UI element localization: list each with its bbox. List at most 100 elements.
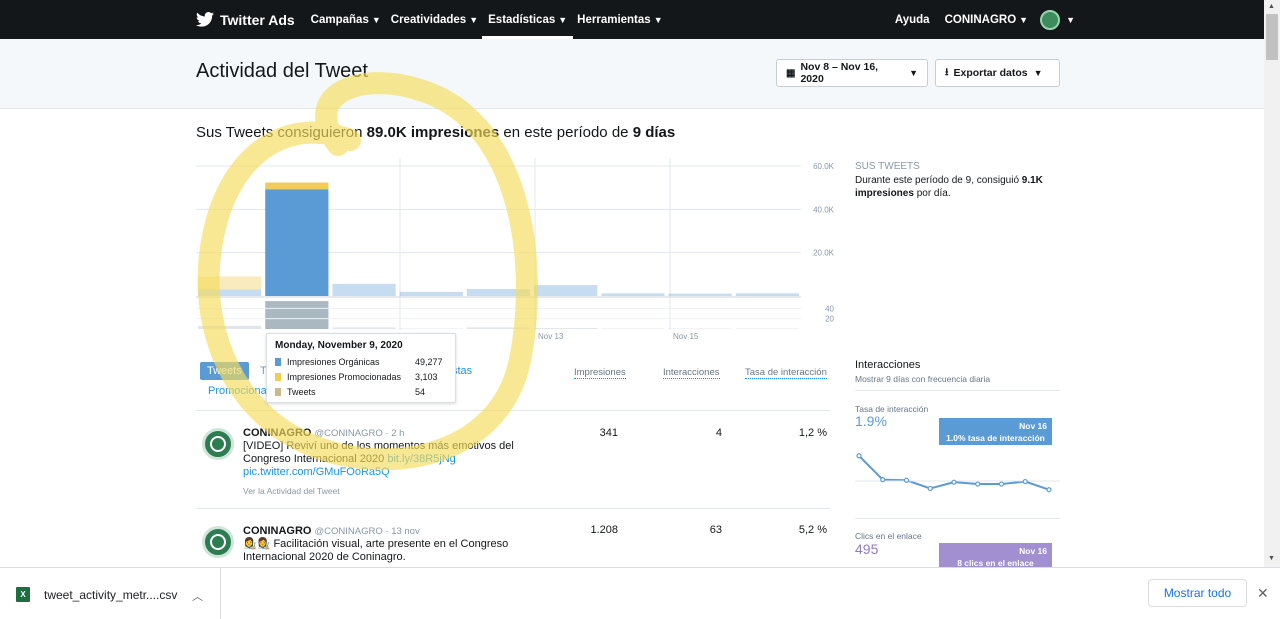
summary-impressions: 89.0K impresiones [366, 124, 500, 141]
tweet-text: [VIDEO] Reviví uno de los momentos más e… [243, 440, 528, 479]
engagement-rate-sparkline[interactable] [855, 446, 1060, 506]
tooltip-row: Tweets 54 [275, 384, 447, 399]
avatar[interactable] [1040, 9, 1061, 30]
tweet-line: Congreso Internacional 2020 [243, 453, 385, 465]
tooltip-value: 3,103 [415, 371, 438, 382]
tooltip-label: Impresiones Promocionadas [287, 371, 402, 382]
bar-promoted [198, 276, 262, 290]
view-tweet-activity-link[interactable]: Ver la Actividad del Tweet [243, 486, 340, 496]
sparkline-point [903, 477, 910, 483]
help-link[interactable]: Ayuda [895, 14, 930, 26]
download-icon: ⭳ [945, 66, 949, 78]
nav-creatives[interactable]: Creatividades ▼ [391, 0, 478, 39]
date-range-label: Nov 8 – Nov 16, 2020 [800, 61, 879, 85]
author-name: CONINAGRO [243, 525, 312, 537]
tweet-line: Internacional 2020 de Coninagro. [243, 551, 406, 563]
close-icon[interactable]: ✕ [1257, 585, 1269, 602]
sparkline-point [927, 485, 933, 492]
tooltip-row: Impresiones Promocionadas 3,103 [275, 369, 447, 384]
nav-campaigns[interactable]: Campañas ▼ [311, 0, 381, 39]
tweet-link[interactable]: pic.twitter.com/GMuFOoRa5Q [243, 466, 390, 478]
cell-engagement-rate: 5,2 % [798, 524, 827, 536]
twitter-ads-logo[interactable]: Twitter Ads [196, 12, 295, 28]
nav-analytics-label: Estadísticas [488, 13, 556, 26]
chevron-up-icon[interactable]: ︿ [192, 588, 203, 604]
tweet-author: CONINAGRO @CONINAGRO · 13 nov [243, 525, 420, 537]
tweet-text: 👩‍🎨👩‍🎨 Facilitación visual, arte present… [243, 538, 543, 564]
brand-label: Twitter Ads [220, 11, 295, 28]
tooltip-row: Impresiones Orgánicas 49,277 [275, 354, 447, 369]
impressions-chart[interactable]: 60.0K 40.0K 20.0K 40 20 Nov 13 Nov 15 [196, 158, 836, 340]
nav-tools[interactable]: Herramientas ▼ [577, 0, 662, 39]
tab-tweets[interactable]: Tweets [200, 362, 249, 380]
y-tick-label: 60.0K [813, 162, 835, 171]
bar-tweets [735, 328, 799, 329]
engagements-panel-title: Interacciones [855, 359, 921, 371]
x-tick-label: Nov 13 [538, 332, 564, 340]
cell-impressions: 1.208 [590, 524, 618, 536]
sparkline-point [1022, 478, 1028, 485]
tab-promoted[interactable]: Promociona [208, 385, 267, 397]
link-clicks-badge: Nov 16 8 clics en el enlace [939, 543, 1052, 570]
y-tick-label: 40.0K [813, 205, 835, 214]
summary-days: 9 días [632, 124, 676, 141]
bar-tweets [399, 328, 463, 329]
legend-swatch [275, 387, 281, 396]
legend-swatch [275, 372, 281, 381]
chevron-down-icon: ▼ [469, 14, 479, 25]
cell-engagements: 63 [709, 524, 722, 536]
side-summary-text: Durante este período de 9, consiguió 9.1… [855, 174, 1065, 200]
bar-tweets [198, 325, 262, 329]
legend-swatch [275, 357, 281, 366]
scrollbar-thumb[interactable] [1266, 14, 1278, 60]
bar-organic [332, 283, 396, 296]
tooltip-label: Tweets [287, 386, 316, 397]
account-menu[interactable]: CONINAGRO ▼ [945, 14, 1028, 26]
scroll-up-arrow-icon[interactable]: ▲ [1268, 3, 1275, 10]
tweet-link[interactable]: bit.ly/38R5jNg [387, 453, 455, 465]
sparkline-point [1046, 487, 1052, 493]
divider [196, 410, 830, 411]
bar-tweets [332, 327, 396, 329]
column-engagements[interactable]: Interacciones [663, 367, 720, 379]
bar-organic [668, 293, 732, 296]
tweet-tick-label: 40 [825, 304, 834, 313]
divider [196, 508, 830, 509]
bar-tweets [534, 327, 598, 329]
scroll-down-arrow-icon[interactable]: ▼ [1268, 555, 1275, 562]
y-tick-label: 20.0K [813, 249, 835, 258]
export-label: Exportar datos [953, 67, 1028, 79]
impressions-summary: Sus Tweets consiguieron 89.0K impresione… [196, 124, 675, 141]
bar-organic [198, 289, 262, 296]
chevron-down-icon[interactable]: ▼ [1066, 15, 1075, 25]
author-handle: @CONINAGRO · 2 h [314, 428, 405, 439]
tweet-author: CONINAGRO @CONINAGRO · 2 h [243, 427, 404, 439]
chevron-down-icon: ▼ [371, 14, 381, 25]
tooltip-date: Monday, November 9, 2020 [275, 340, 403, 351]
page-scrollbar[interactable] [1264, 0, 1280, 567]
x-tick-label: Nov 15 [673, 332, 699, 340]
chevron-down-icon: ▼ [653, 14, 663, 25]
bar-tweets [265, 301, 329, 329]
chart-tooltip: Monday, November 9, 2020 Impresiones Org… [266, 333, 456, 403]
date-range-button[interactable]: ▦ Nov 8 – Nov 16, 2020 ▼ [776, 59, 928, 87]
bar-organic [601, 293, 665, 296]
bar-tweets [601, 328, 665, 329]
side-summary-title: SUS TWEETS [855, 161, 920, 172]
avatar[interactable] [202, 526, 234, 558]
summary-prefix: Sus Tweets consiguieron [196, 124, 363, 141]
column-impressions[interactable]: Impresiones [574, 367, 626, 379]
avatar[interactable] [202, 428, 234, 460]
export-data-button[interactable]: ⭳ Exportar datos ▼ [935, 59, 1060, 87]
show-all-button[interactable]: Mostrar todo [1148, 579, 1247, 607]
nav-analytics[interactable]: Estadísticas ▼ [482, 0, 574, 39]
chevron-down-icon: ▼ [1019, 14, 1029, 25]
column-engagement-rate[interactable]: Tasa de interacción [745, 367, 827, 379]
nav-campaigns-label: Campañas [310, 13, 369, 26]
download-filename[interactable]: tweet_activity_metr....csv [44, 588, 177, 602]
engagement-rate-value: 1.9% [855, 413, 887, 429]
tweet-tick-label: 20 [825, 315, 834, 324]
cell-engagement-rate: 1,2 % [798, 427, 827, 439]
cell-engagements: 4 [715, 427, 722, 439]
author-handle: @CONINAGRO · 13 nov [314, 526, 420, 537]
